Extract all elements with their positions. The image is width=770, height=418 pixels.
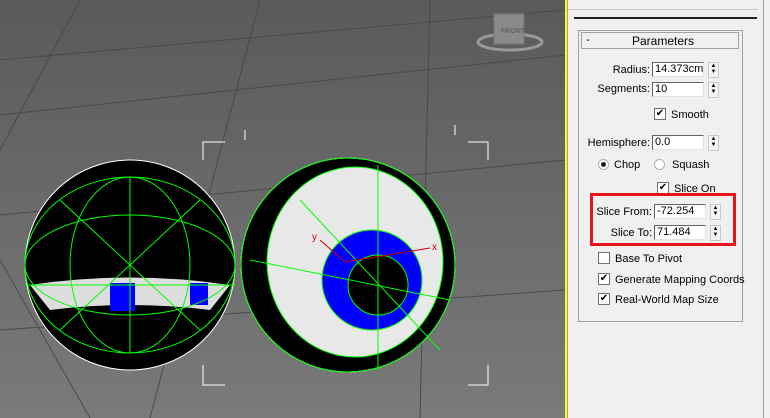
squash-label: Squash (672, 159, 710, 171)
chop-radio[interactable] (598, 159, 609, 170)
squash-radio[interactable] (654, 159, 665, 170)
real-world-checkbox[interactable]: ✔ (598, 293, 610, 305)
divider (574, 17, 757, 19)
segments-spinner[interactable]: ▲ ▼ (708, 82, 719, 98)
chop-label: Chop (614, 159, 641, 171)
radius-spinner[interactable]: ▲ ▼ (708, 62, 719, 78)
radius-label: Radius: (612, 64, 650, 76)
viewcube-face-label: FRONT (501, 28, 526, 35)
real-world-label: Real-World Map Size (615, 294, 719, 306)
right-sphere[interactable]: x y (240, 157, 456, 373)
smooth-checkbox[interactable]: ✔ (654, 108, 666, 120)
command-panel: - Parameters Radius: 14.373cm ▲ ▼ Segment… (567, 0, 770, 418)
base-to-pivot-checkbox[interactable] (598, 252, 610, 264)
slice-to-input[interactable]: 71.484 (654, 225, 706, 240)
left-sphere[interactable] (24, 159, 236, 371)
slice-from-label: Slice From: (596, 206, 652, 218)
slice-to-label: Slice To: (610, 227, 652, 239)
axis-x-label: x (432, 242, 437, 253)
panel-tabs[interactable] (568, 0, 758, 10)
radius-input[interactable]: 14.373cm (652, 62, 704, 77)
viewcube[interactable]: FRONT (476, 13, 544, 52)
generate-mapping-label: Generate Mapping Coords (615, 274, 745, 286)
parameters-rollout-header[interactable]: - Parameters (581, 32, 739, 49)
axis-y-label: y (312, 232, 317, 243)
slice-from-spinner[interactable]: ▲ ▼ (710, 204, 721, 220)
smooth-label: Smooth (671, 109, 709, 121)
slice-to-spinner[interactable]: ▲ ▼ (710, 225, 721, 241)
hemisphere-spinner[interactable]: ▲ ▼ (708, 135, 719, 151)
hemisphere-input[interactable]: 0.0 (652, 135, 704, 150)
segments-label: Segments: (597, 83, 650, 95)
scene-canvas: x y FRONT (0, 0, 565, 418)
panel-scrollbar[interactable] (763, 0, 764, 418)
rollout-title: Parameters (632, 34, 695, 48)
generate-mapping-checkbox[interactable]: ✔ (598, 273, 610, 285)
collapse-icon: - (586, 34, 590, 46)
slice-from-input[interactable]: -72.254 (654, 204, 706, 219)
base-to-pivot-label: Base To Pivot (615, 253, 683, 265)
segments-input[interactable]: 10 (652, 82, 704, 97)
viewport-perspective[interactable]: x y FRONT (0, 0, 565, 418)
hemisphere-label: Hemisphere: (587, 137, 650, 149)
